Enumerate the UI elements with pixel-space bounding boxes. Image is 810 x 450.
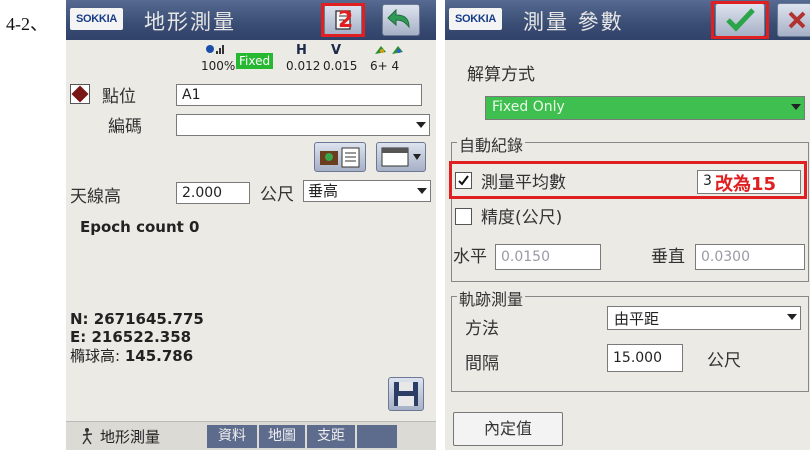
precision-checkbox[interactable]	[455, 208, 472, 225]
antenna-height-label: 天線高	[70, 187, 121, 207]
tab-topo-survey[interactable]: 地形測量	[100, 426, 160, 447]
chevron-down-icon	[791, 104, 801, 110]
screen-title: 測量 參數	[523, 10, 624, 34]
menu-dropdown-icon	[381, 147, 421, 167]
auto-record-title: 自動紀錄	[457, 132, 526, 156]
sokkia-logo: SOKKIA	[70, 8, 123, 30]
interval-label: 間隔	[465, 354, 499, 374]
screen-title: 地形測量	[144, 10, 236, 34]
method-label: 方法	[465, 319, 499, 339]
topo-survey-screen: SOKKIA 地形測量 2 100% Fixed H 0.012 V 0.015…	[66, 0, 436, 450]
code-label: 編碼	[108, 117, 142, 137]
precision-label: 精度(公尺)	[481, 208, 563, 228]
code-dropdown[interactable]	[176, 114, 430, 136]
ellipsoid-height-label: 橢球高:	[70, 347, 121, 365]
solution-value: Fixed Only	[492, 99, 565, 115]
vertical-label: 垂直	[651, 247, 685, 267]
annotation-highlight-box	[711, 1, 769, 39]
surveyor-icon	[82, 428, 93, 445]
cancel-button[interactable]	[777, 3, 810, 37]
solution-label: 解算方式	[467, 65, 535, 85]
horizontal-label: 水平	[453, 247, 487, 267]
diamond-icon	[71, 85, 89, 103]
point-marker-button[interactable]	[70, 84, 90, 104]
options-menu-button[interactable]	[376, 142, 426, 172]
tab-map[interactable]: 地圖	[259, 425, 305, 448]
save-button[interactable]	[388, 377, 424, 411]
ellipsoid-height-value: 145.786	[124, 347, 194, 365]
interval-unit: 公尺	[707, 351, 741, 371]
v-value: 0.015	[323, 59, 358, 73]
survey-params-screen: SOKKIA 測量 參數 解算方式 Fixed Only 自動紀錄 測量平均數 …	[445, 0, 810, 450]
v-label: V	[331, 43, 342, 58]
step-label: 4-2、	[6, 14, 48, 34]
easting: E: 216522.358	[70, 328, 192, 346]
antenna-height-field[interactable]: 2.000	[176, 182, 250, 204]
track-survey-title: 軌跡測量	[457, 286, 526, 310]
tab-data[interactable]: 資料	[207, 425, 257, 448]
epoch-count: Epoch count 0	[80, 218, 200, 236]
antenna-unit: 公尺	[260, 185, 294, 205]
antenna-mode-value: 垂高	[308, 182, 339, 200]
signal-percent: 100%	[201, 59, 236, 73]
method-dropdown[interactable]: 由平距	[607, 306, 801, 330]
ellipsoid-height: 橢球高: 145.786	[70, 345, 193, 366]
solution-dropdown[interactable]: Fixed Only	[485, 96, 805, 120]
code-list-button[interactable]	[314, 142, 366, 172]
annotation-highlight-box	[321, 3, 365, 37]
back-arrow-icon	[387, 8, 410, 29]
chevron-down-icon	[417, 188, 427, 194]
back-button[interactable]	[382, 4, 420, 36]
sokkia-logo: SOKKIA	[449, 8, 502, 30]
signal-icon	[206, 45, 224, 54]
h-label: H	[296, 43, 307, 58]
h-value: 0.012	[286, 59, 321, 73]
annotation-highlight-box	[449, 161, 807, 199]
bottom-tab-bar: 地形測量 資料 地圖 支距	[66, 421, 436, 450]
default-values-button[interactable]: 內定值	[453, 412, 563, 446]
northing: N: 2671645.775	[70, 310, 204, 328]
close-icon	[788, 11, 806, 29]
chevron-down-icon	[416, 122, 426, 128]
title-bar: SOKKIA 測量 參數	[445, 0, 810, 40]
point-label: 點位	[102, 87, 136, 107]
title-bar: SOKKIA 地形測量 2	[66, 0, 436, 40]
horizontal-precision-field[interactable]: 0.0150	[495, 244, 601, 270]
antenna-mode-dropdown[interactable]: 垂高	[303, 180, 431, 202]
tab-more[interactable]	[357, 425, 397, 448]
satellite-count: 6+ 4	[370, 59, 400, 73]
satellite-icon	[375, 46, 403, 54]
attribute-list-icon	[320, 147, 360, 168]
chevron-down-icon	[787, 314, 797, 320]
interval-field[interactable]: 15.000	[607, 344, 683, 372]
tab-offset[interactable]: 支距	[307, 425, 355, 448]
save-disk-icon	[394, 382, 418, 406]
method-value: 由平距	[614, 310, 660, 328]
point-name-field[interactable]: A1	[176, 84, 422, 106]
vertical-precision-field[interactable]: 0.0300	[695, 244, 805, 270]
fixed-status-badge: Fixed	[236, 53, 274, 69]
